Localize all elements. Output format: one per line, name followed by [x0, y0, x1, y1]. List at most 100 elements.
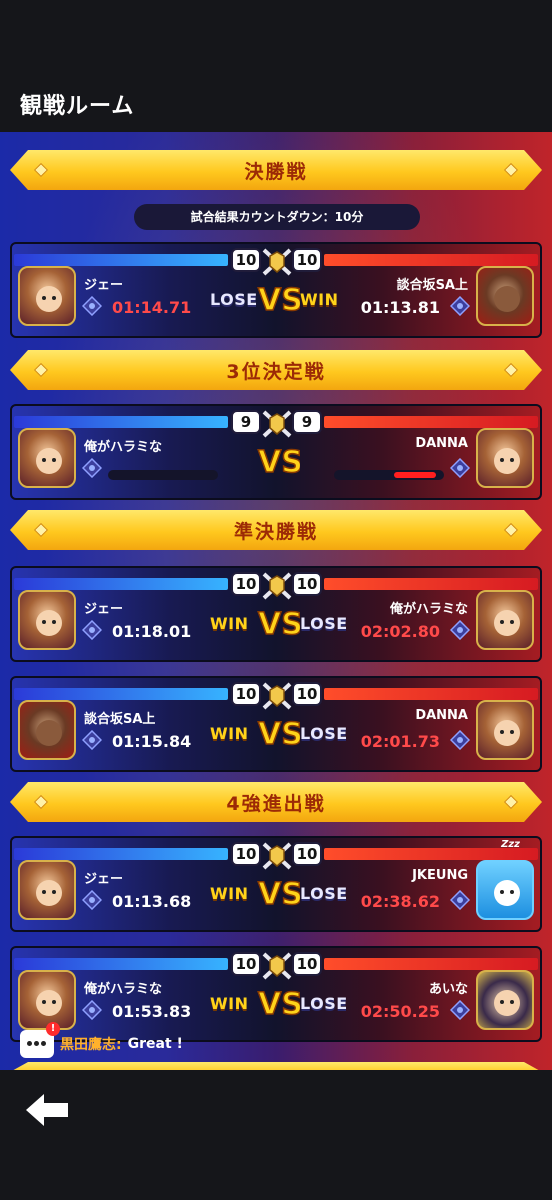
banner-next-round [10, 1062, 542, 1070]
player-time-right: 01:13.81 [360, 298, 440, 317]
player-name-right: 俺がハラミな [389, 602, 468, 617]
rank-badge-icon [450, 296, 470, 316]
score-left: 9 [231, 410, 261, 434]
blue-side-bar [14, 416, 228, 428]
chat-notification-badge: ! [46, 1022, 60, 1036]
tournament-bracket[interactable]: 決勝戦 試合結果カウントダウン：10分 10 10 ジェー 01:14.71 L… [0, 132, 552, 1070]
player-avatar-left[interactable] [18, 266, 76, 326]
result-right: LOSE [300, 994, 348, 1013]
rank-badge-icon [82, 730, 102, 750]
crossed-swords-crest-icon [262, 248, 292, 276]
crossed-swords-crest-icon [262, 842, 292, 870]
banner-semifinal-label: 準決勝戦 [233, 520, 318, 543]
red-side-bar [324, 254, 538, 266]
player-name-left: ジェー [84, 278, 124, 293]
bottom-bar [0, 1070, 552, 1200]
player-avatar-right[interactable] [476, 266, 534, 326]
crossed-swords-crest-icon [262, 572, 292, 600]
player-avatar-left[interactable] [18, 700, 76, 760]
player-avatar-left[interactable] [18, 590, 76, 650]
blue-side-bar [14, 848, 228, 860]
player-time-right: 02:02.80 [360, 622, 440, 641]
chat-bubble-icon[interactable]: ! [20, 1022, 60, 1058]
chat-ticker[interactable]: ! 黒田鷹志: Great ! [20, 1022, 183, 1058]
player-time-left: 01:15.84 [112, 732, 192, 751]
player-avatar-left[interactable] [18, 428, 76, 488]
player-time-left: 01:18.01 [112, 622, 192, 641]
score-left: 10 [231, 572, 261, 596]
player-time-right: 02:01.73 [360, 732, 440, 751]
crossed-swords-crest-icon [262, 682, 292, 710]
countdown-text: 試合結果カウントダウン：10分 [134, 204, 420, 230]
rank-badge-icon [450, 620, 470, 640]
banner-quarterfinal: 4強進出戦 [10, 782, 542, 822]
match-card-quarterfinal-2[interactable]: 10 10 俺がハラミな 01:53.83 WIN VS LOSE あいな 02… [10, 946, 542, 1042]
player-avatar-left[interactable] [18, 970, 76, 1030]
svg-text:VS: VS [258, 283, 300, 318]
player-avatar-right[interactable] [476, 700, 534, 760]
match-card-semifinal-1[interactable]: 10 10 ジェー 01:18.01 WIN VS LOSE 俺がハラミな 02… [10, 566, 542, 662]
red-side-bar [324, 416, 538, 428]
svg-text:VS: VS [258, 445, 300, 480]
result-right: LOSE [300, 724, 348, 743]
score-right: 10 [292, 572, 322, 596]
crossed-swords-crest-icon [262, 410, 292, 438]
crossed-swords-crest-icon [262, 952, 292, 980]
player-time-right: 02:50.25 [360, 1002, 440, 1021]
player-name-left: ジェー [84, 602, 124, 617]
blue-side-bar [14, 578, 228, 590]
result-left: WIN [210, 614, 249, 633]
match-card-third-place[interactable]: 9 9 俺がハラミな VS DANNA [10, 404, 542, 500]
vs-emblem-icon: VS [257, 606, 300, 643]
rank-badge-icon [82, 458, 102, 478]
score-right: 9 [292, 410, 322, 434]
back-arrow-icon[interactable] [22, 1090, 72, 1130]
blue-side-bar [14, 688, 228, 700]
blue-side-bar [14, 254, 228, 266]
chat-message: Great ! [127, 1036, 183, 1052]
score-left: 10 [231, 682, 261, 706]
match-card-semifinal-2[interactable]: 10 10 談合坂SA上 01:15.84 WIN VS LOSE DANNA … [10, 676, 542, 772]
gem-icon [504, 795, 518, 809]
score-right: 10 [292, 682, 322, 706]
vs-emblem-icon: VS [257, 716, 300, 753]
player-name-right: DANNA [415, 436, 468, 451]
player-avatar-right[interactable] [476, 428, 534, 488]
rank-badge-icon [82, 296, 102, 316]
player-name-left: 俺がハラミな [84, 982, 163, 997]
result-right: LOSE [300, 614, 348, 633]
gem-icon [34, 363, 48, 377]
player-avatar-left[interactable] [18, 860, 76, 920]
svg-text:VS: VS [258, 877, 300, 912]
blue-side-bar [14, 958, 228, 970]
player-name-right: JKEUNG [412, 868, 468, 883]
vs-emblem-icon: VS [257, 986, 300, 1023]
banner-final: 決勝戦 [10, 150, 542, 190]
gem-icon [504, 363, 518, 377]
player-avatar-right[interactable] [476, 970, 534, 1030]
gem-icon [504, 163, 518, 177]
match-card-final[interactable]: 10 10 ジェー 01:14.71 LOSE VS WIN 談合坂SA上 01… [10, 242, 542, 338]
chat-username: 黒田鷹志: [60, 1037, 122, 1053]
vs-emblem-icon: VS [257, 876, 300, 913]
score-left: 10 [231, 842, 261, 866]
result-left: WIN [210, 724, 249, 743]
banner-final-label: 決勝戦 [244, 160, 308, 183]
result-right: LOSE [300, 884, 348, 903]
gem-icon [34, 795, 48, 809]
score-left: 10 [231, 952, 261, 976]
result-left: LOSE [210, 290, 258, 309]
rank-badge-icon [450, 458, 470, 478]
player-avatar-right[interactable] [476, 590, 534, 650]
banner-semifinal: 準決勝戦 [10, 510, 542, 550]
player-avatar-right[interactable] [476, 860, 534, 920]
vs-emblem-icon: VS [257, 282, 300, 319]
score-right: 10 [292, 952, 322, 976]
match-card-quarterfinal-1[interactable]: 10 10 ジェー 01:13.68 WIN VS LOSE JKEUNG 02… [10, 836, 542, 932]
banner-third-place-label: 3位決定戦 [226, 360, 326, 383]
player-name-left: 談合坂SA上 [84, 712, 156, 727]
rank-badge-icon [450, 730, 470, 750]
player-name-left: 俺がハラミな [84, 440, 163, 455]
rank-badge-icon [82, 890, 102, 910]
result-right: WIN [300, 290, 339, 309]
